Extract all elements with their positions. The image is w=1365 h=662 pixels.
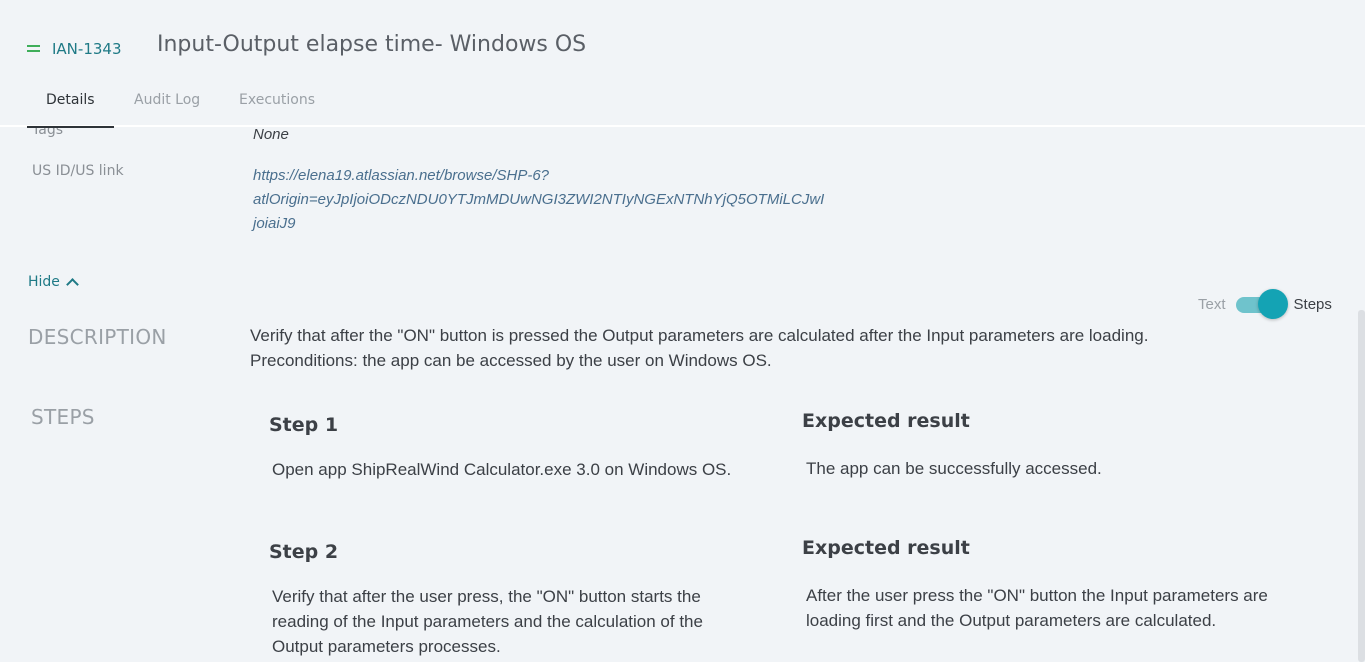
tab-details[interactable]: Details bbox=[27, 92, 113, 128]
expected-text: After the user press the "ON" button the… bbox=[806, 586, 1268, 630]
issue-header: IAN-1343 Input-Output elapse time- Windo… bbox=[0, 0, 1365, 128]
description-line: Preconditions: the app can be accessed b… bbox=[250, 351, 772, 370]
step-heading: Step 2 bbox=[269, 541, 339, 563]
steps-mode-label[interactable]: Steps bbox=[1294, 296, 1332, 313]
us-link-label: US ID/US link bbox=[32, 163, 124, 179]
us-link[interactable]: https://elena19.atlassian.net/browse/SHP… bbox=[253, 164, 893, 236]
view-mode-toggle[interactable]: Text Steps bbox=[1198, 289, 1332, 319]
switch-knob[interactable] bbox=[1257, 289, 1288, 319]
step-heading: Step 1 bbox=[269, 414, 339, 436]
description-line: Verify that after the "ON" button is pre… bbox=[250, 326, 1149, 345]
chevron-up-icon bbox=[66, 278, 79, 291]
step-text: Verify that after the user press, the "O… bbox=[272, 587, 703, 656]
expected-text: The app can be successfully accessed. bbox=[806, 459, 1102, 478]
description-title: DESCRIPTION bbox=[28, 325, 167, 349]
us-link-line: https://elena19.atlassian.net/browse/SHP… bbox=[253, 167, 550, 184]
hide-label: Hide bbox=[28, 274, 60, 290]
steps-title: STEPS bbox=[31, 405, 95, 429]
expected-heading: Expected result bbox=[802, 410, 970, 432]
tab-executions[interactable]: Executions bbox=[239, 92, 315, 127]
priority-medium-icon bbox=[27, 45, 40, 54]
page-title: Input-Output elapse time- Windows OS bbox=[157, 32, 587, 57]
tab-audit-log[interactable]: Audit Log bbox=[134, 92, 200, 127]
vertical-scrollbar[interactable] bbox=[1358, 310, 1365, 662]
step-text: Open app ShipRealWind Calculator.exe 3.0… bbox=[272, 460, 732, 479]
hide-toggle[interactable]: Hide bbox=[28, 274, 79, 291]
us-link-line: joiaiJ9 bbox=[253, 215, 296, 232]
test-case-page: Tags None US ID/US link https://elena19.… bbox=[0, 0, 1365, 662]
tags-value: None bbox=[253, 126, 289, 143]
view-mode-switch[interactable] bbox=[1235, 289, 1288, 319]
text-mode-label[interactable]: Text bbox=[1198, 296, 1226, 313]
issue-key-link[interactable]: IAN-1343 bbox=[52, 40, 122, 58]
us-link-line: atlOrigin=eyJpIjoiODczNDU0YTJmMDUwNGI3ZW… bbox=[253, 191, 825, 208]
details-content: Tags None US ID/US link https://elena19.… bbox=[0, 110, 1365, 662]
expected-heading: Expected result bbox=[802, 537, 970, 559]
